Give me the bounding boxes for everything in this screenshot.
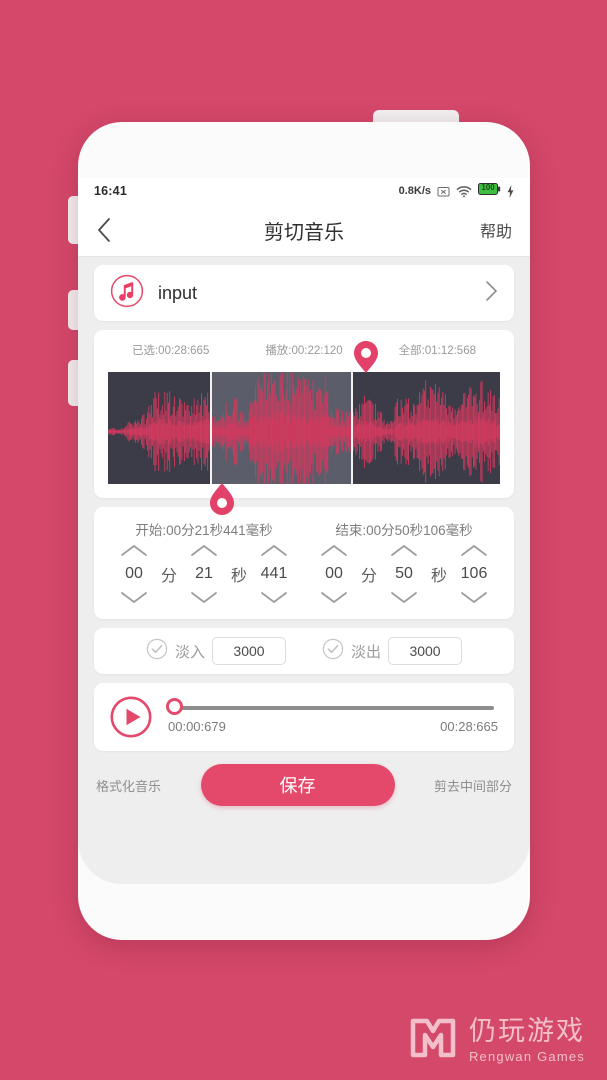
chevron-down-icon[interactable] [119, 589, 149, 605]
file-row[interactable]: input [94, 265, 514, 321]
stat-total: 全部:01:12:568 [398, 345, 476, 357]
selection-end-marker[interactable] [353, 340, 379, 374]
fade-out-group[interactable]: 淡出 3000 [322, 637, 463, 665]
waveform-card: 已选:00:28:665 播放:00:22:120 全部:01:12:568 [94, 330, 514, 515]
chevron-left-icon [98, 218, 110, 242]
start-millis-stepper[interactable]: 441 [251, 543, 297, 605]
chevron-down-icon[interactable] [189, 589, 219, 605]
status-bar: 16:41 0.8K/s 100 [78, 178, 530, 204]
fade-settings-card: 淡入 3000 淡出 3000 [94, 628, 514, 674]
start-second-unit: 秒 [231, 568, 248, 585]
chevron-up-icon[interactable] [119, 543, 149, 559]
stat-selected: 已选:00:28:665 [131, 345, 210, 357]
chevron-down-icon[interactable] [459, 589, 489, 605]
selection-end-edge[interactable] [351, 372, 354, 484]
fade-in-label: 淡入 [174, 643, 205, 661]
phone-screen: 16:41 0.8K/s 100 剪切音乐 帮助 input 已选:00:28:… [78, 178, 530, 884]
end-time-stepper-group: 结束:00分50秒106毫秒 00 分 50 秒 106 [304, 519, 504, 605]
circle-check-icon[interactable] [146, 638, 168, 665]
start-seconds-value: 21 [195, 565, 213, 582]
chevron-up-icon[interactable] [459, 543, 489, 559]
circle-check-icon[interactable] [322, 638, 344, 665]
phone-frame: 16:41 0.8K/s 100 剪切音乐 帮助 input 已选:00:28:… [78, 122, 530, 940]
total-time-label: 00:28:665 [440, 719, 498, 734]
no-sim-icon [437, 186, 450, 196]
start-time-stepper-group: 开始:00分21秒441毫秒 00 分 21 秒 441 [104, 519, 304, 605]
player-progress-area: 00:00:679 00:28:665 [166, 698, 498, 734]
chevron-down-icon[interactable] [319, 589, 349, 605]
start-seconds-stepper[interactable]: 21 [181, 543, 227, 605]
bottom-action-bar: 格式化音乐 保存 剪去中间部分 [78, 751, 530, 806]
time-steppers-card: 开始:00分21秒441毫秒 00 分 21 秒 441 结束:00分50秒10… [94, 507, 514, 619]
end-minutes-value: 00 [325, 565, 343, 582]
chevron-right-icon[interactable] [485, 280, 498, 307]
current-time-label: 00:00:679 [168, 719, 226, 734]
start-millis-value: 441 [260, 565, 288, 582]
end-millis-value: 106 [460, 565, 488, 582]
page-title: 剪切音乐 [264, 221, 344, 244]
rengwan-logo-icon [407, 1015, 459, 1066]
play-button[interactable] [110, 696, 152, 738]
start-minutes-value: 00 [125, 565, 143, 582]
chevron-up-icon[interactable] [319, 543, 349, 559]
chevron-up-icon[interactable] [259, 543, 289, 559]
end-seconds-value: 50 [395, 565, 413, 582]
stat-playing: 播放:00:22:120 [265, 345, 343, 357]
wifi-icon [456, 185, 472, 197]
chevron-up-icon[interactable] [189, 543, 219, 559]
start-minute-unit: 分 [160, 568, 177, 585]
watermark: 仍玩游戏 Rengwan Games [407, 1015, 585, 1066]
waveform-bars [108, 372, 500, 484]
fade-out-label: 淡出 [351, 643, 382, 661]
selection-start-marker[interactable] [209, 482, 235, 516]
watermark-cn: 仍玩游戏 [468, 1016, 585, 1046]
end-time-label: 结束:00分50秒106毫秒 [335, 523, 473, 538]
save-button[interactable]: 保存 [200, 764, 395, 806]
progress-slider[interactable] [166, 698, 494, 715]
battery-icon: 100 [478, 182, 501, 200]
navigation-bar: 剪切音乐 帮助 [78, 204, 530, 256]
waveform-area[interactable] [108, 341, 500, 515]
cut-middle-button[interactable]: 剪去中间部分 [434, 776, 512, 795]
fade-out-input[interactable]: 3000 [388, 637, 463, 665]
player-times-row: 00:00:679 00:28:665 [168, 719, 498, 734]
chevron-down-icon[interactable] [259, 589, 289, 605]
watermark-en: Rengwan Games [468, 1049, 585, 1064]
chevron-up-icon[interactable] [389, 543, 419, 559]
start-minutes-stepper[interactable]: 00 [111, 543, 157, 605]
charging-bolt-icon [507, 184, 514, 198]
end-minute-unit: 分 [360, 568, 377, 585]
end-seconds-stepper[interactable]: 50 [381, 543, 427, 605]
time-stats-row: 已选:00:28:665 播放:00:22:120 全部:01:12:568 [94, 342, 514, 364]
player-card: 00:00:679 00:28:665 [94, 683, 514, 751]
start-time-label: 开始:00分21秒441毫秒 [135, 523, 273, 538]
help-button[interactable]: 帮助 [480, 218, 512, 242]
back-button[interactable] [96, 217, 126, 243]
watermark-text: 仍玩游戏 Rengwan Games [468, 1016, 585, 1064]
chevron-down-icon[interactable] [389, 589, 419, 605]
end-minutes-stepper[interactable]: 00 [311, 543, 357, 605]
fade-in-input[interactable]: 3000 [212, 637, 286, 665]
network-speed-label: 0.8K/s [398, 185, 431, 197]
progress-slider-thumb[interactable] [166, 698, 183, 715]
format-music-button[interactable]: 格式化音乐 [96, 776, 161, 795]
waveform-canvas[interactable] [108, 372, 500, 484]
end-second-unit: 秒 [431, 568, 448, 585]
file-name-label: input [158, 282, 198, 303]
music-note-icon [110, 274, 144, 313]
battery-level-label: 100 [481, 183, 495, 192]
status-icons: 0.8K/s 100 [399, 182, 514, 200]
fade-in-group[interactable]: 淡入 3000 [146, 637, 286, 665]
status-time: 16:41 [94, 184, 127, 198]
selection-start-edge[interactable] [209, 372, 212, 484]
end-millis-stepper[interactable]: 106 [451, 543, 497, 605]
